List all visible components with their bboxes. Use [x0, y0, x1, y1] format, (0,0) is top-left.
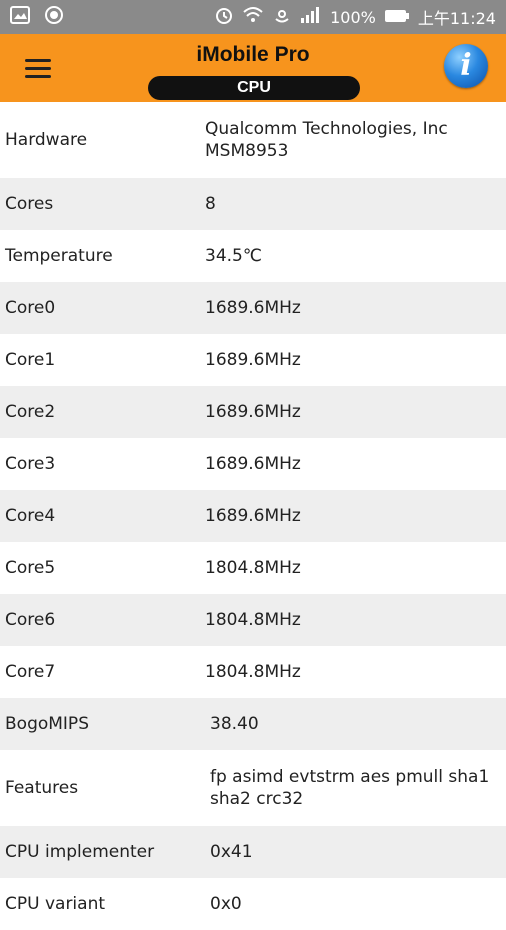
row-value: 38.40	[210, 714, 259, 734]
row-value: 1804.8MHz	[205, 662, 301, 682]
row-label: Features	[5, 778, 79, 798]
cpu-info-list: Hardware Qualcomm Technologies, Inc MSM8…	[0, 102, 506, 930]
row-label: Core5	[5, 558, 56, 578]
list-item-core4: Core4 1689.6MHz	[0, 490, 506, 542]
list-item-features: Features fp asimd evtstrm aes pmull sha1…	[0, 750, 506, 826]
row-label: Temperature	[5, 246, 113, 266]
list-item-core5: Core5 1804.8MHz	[0, 542, 506, 594]
row-value: 1689.6MHz	[205, 506, 301, 526]
row-value: 34.5℃	[205, 246, 262, 266]
row-value: 1804.8MHz	[205, 610, 301, 630]
hotspot-icon	[272, 5, 292, 29]
row-value: 1689.6MHz	[205, 402, 301, 422]
row-value: 8	[205, 194, 216, 214]
list-item-core7: Core7 1804.8MHz	[0, 646, 506, 698]
signal-icon	[300, 7, 322, 27]
row-value: 1689.6MHz	[205, 350, 301, 370]
row-label: CPU variant	[5, 894, 106, 914]
gallery-icon	[10, 6, 30, 28]
app-bar: iMobile Pro CPU i	[0, 34, 506, 102]
list-item-core3: Core3 1689.6MHz	[0, 438, 506, 490]
row-value: 1804.8MHz	[205, 558, 301, 578]
row-label: Core1	[5, 350, 56, 370]
list-item-core1: Core1 1689.6MHz	[0, 334, 506, 386]
list-item-temperature: Temperature 34.5℃	[0, 230, 506, 282]
alarm-icon	[214, 5, 234, 29]
row-label: CPU implementer	[5, 842, 155, 862]
list-item-cpu-implementer: CPU implementer 0x41	[0, 826, 506, 878]
record-icon	[44, 5, 64, 29]
row-label: Core4	[5, 506, 56, 526]
row-value: fp asimd evtstrm aes pmull sha1 sha2 crc…	[210, 767, 490, 809]
battery-percent: 100%	[330, 7, 376, 27]
tab-cpu[interactable]: CPU	[148, 76, 360, 100]
info-icon[interactable]: i	[444, 44, 488, 88]
list-item-core2: Core2 1689.6MHz	[0, 386, 506, 438]
row-label: Cores	[5, 194, 54, 214]
status-bar: 100% 上午11:24	[0, 0, 506, 34]
row-label: BogoMIPS	[5, 714, 89, 734]
list-item-hardware: Hardware Qualcomm Technologies, Inc MSM8…	[0, 102, 506, 178]
row-label: Core3	[5, 454, 56, 474]
row-value: 1689.6MHz	[205, 454, 301, 474]
battery-icon	[384, 8, 410, 27]
row-value: 0x41	[210, 842, 253, 862]
row-value: 0x0	[210, 894, 242, 914]
list-item-cores: Cores 8	[0, 178, 506, 230]
row-label: Core6	[5, 610, 56, 630]
row-label: Hardware	[5, 130, 88, 150]
row-label: Core7	[5, 662, 56, 682]
list-item-core0: Core0 1689.6MHz	[0, 282, 506, 334]
clock-time: 上午11:24	[417, 9, 496, 28]
row-label: Core0	[5, 298, 56, 318]
row-value: 1689.6MHz	[205, 298, 301, 318]
app-title: iMobile Pro	[196, 43, 310, 66]
list-item-bogomips: BogoMIPS 38.40	[0, 698, 506, 750]
list-item-cpu-variant: CPU variant 0x0	[0, 878, 506, 930]
row-value: Qualcomm Technologies, Inc MSM8953	[205, 119, 448, 161]
row-label: Core2	[5, 402, 56, 422]
wifi-icon	[242, 5, 264, 29]
list-item-core6: Core6 1804.8MHz	[0, 594, 506, 646]
